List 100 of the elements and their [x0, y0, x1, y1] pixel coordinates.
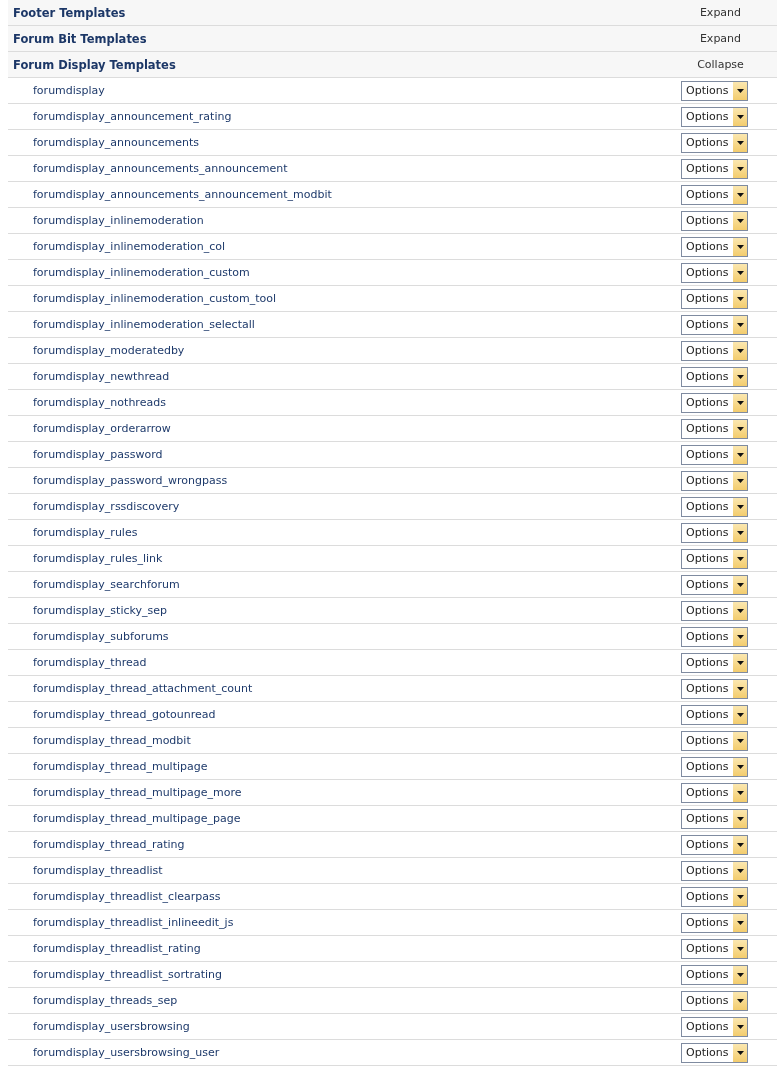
template-name: forumdisplay_threads_sep — [32, 994, 179, 1007]
caret-icon — [736, 478, 744, 483]
options-dropdown[interactable]: Options — [681, 574, 748, 595]
template-name: forumdisplay_inlinemoderation — [32, 214, 205, 227]
template-name: forumdisplay_thread_multipage_page — [32, 812, 242, 825]
options-dropdown[interactable]: Options — [681, 470, 748, 491]
options-dropdown[interactable]: Options — [681, 132, 748, 153]
template-name: forumdisplay — [32, 84, 106, 97]
caret-icon — [736, 400, 744, 405]
options-dropdown[interactable]: Options — [681, 678, 748, 699]
caret-icon — [736, 582, 744, 587]
options-dropdown[interactable]: Options — [681, 938, 748, 959]
template-name: forumdisplay_thread_multipage — [32, 760, 209, 773]
caret-icon — [736, 790, 744, 795]
options-dropdown[interactable]: Options — [681, 210, 748, 231]
options-dropdown[interactable]: Options — [681, 1016, 748, 1037]
options-dropdown[interactable]: Options — [681, 912, 748, 933]
options-dropdown[interactable]: Options — [681, 262, 748, 283]
template-name: forumdisplay_announcement_rating — [32, 110, 233, 123]
template-name: forumdisplay_announcements — [32, 136, 201, 149]
options-dropdown[interactable]: Options — [681, 496, 748, 517]
caret-icon — [736, 816, 744, 821]
caret-icon — [736, 504, 744, 509]
template-name: forumdisplay_rules_link — [32, 552, 164, 565]
template-name: forumdisplay_inlinemoderation_custom — [32, 266, 251, 279]
template-name: forumdisplay_moderatedby — [32, 344, 186, 357]
caret-icon — [736, 114, 744, 119]
options-dropdown[interactable]: Options — [681, 600, 748, 621]
options-dropdown[interactable]: Options — [681, 964, 748, 985]
caret-icon — [736, 88, 744, 93]
caret-icon — [736, 270, 744, 275]
caret-icon — [736, 686, 744, 691]
template-name: forumdisplay_threadlist_rating — [32, 942, 202, 955]
template-name: forumdisplay_password_wrongpass — [32, 474, 229, 487]
group-title: Footer Templates — [12, 5, 127, 20]
template-name: forumdisplay_inlinemoderation_custom_tool — [32, 292, 278, 305]
caret-icon — [736, 452, 744, 457]
options-dropdown[interactable]: Options — [681, 444, 748, 465]
caret-icon — [736, 920, 744, 925]
caret-icon — [736, 972, 744, 977]
caret-icon — [736, 374, 744, 379]
options-dropdown[interactable]: Options — [681, 626, 748, 647]
options-dropdown[interactable]: Options — [681, 782, 748, 803]
options-dropdown[interactable]: Options — [681, 80, 748, 101]
caret-icon — [736, 348, 744, 353]
caret-icon — [736, 426, 744, 431]
template-name: forumdisplay_nothreads — [32, 396, 167, 409]
options-dropdown[interactable]: Options — [681, 366, 748, 387]
options-dropdown[interactable]: Options — [681, 756, 748, 777]
caret-icon — [736, 1050, 744, 1055]
options-dropdown[interactable]: Options — [681, 314, 748, 335]
toggle-link[interactable]: Collapse — [697, 58, 744, 71]
toggle-link[interactable]: Expand — [699, 6, 742, 19]
caret-icon — [736, 738, 744, 743]
template-name: forumdisplay_searchforum — [32, 578, 181, 591]
options-dropdown[interactable]: Options — [681, 652, 748, 673]
caret-icon — [736, 712, 744, 717]
group-title: Forum Bit Templates — [12, 31, 148, 46]
options-dropdown[interactable]: Options — [681, 522, 748, 543]
caret-icon — [736, 218, 744, 223]
template-name: forumdisplay_password — [32, 448, 164, 461]
options-dropdown[interactable]: Options — [681, 730, 748, 751]
toggle-link[interactable]: Expand — [699, 32, 742, 45]
template-name: forumdisplay_thread — [32, 656, 148, 669]
template-name: forumdisplay_thread_modbit — [32, 734, 192, 747]
options-dropdown[interactable]: Options — [681, 418, 748, 439]
options-dropdown[interactable]: Options — [681, 808, 748, 829]
template-name: forumdisplay_orderarrow — [32, 422, 172, 435]
caret-icon — [736, 140, 744, 145]
template-name: forumdisplay_announcements_announcement_modbit — [32, 188, 333, 201]
caret-icon — [736, 556, 744, 561]
options-dropdown[interactable]: Options — [681, 990, 748, 1011]
options-dropdown[interactable]: Options — [681, 704, 748, 725]
options-dropdown[interactable]: Options — [681, 548, 748, 569]
caret-icon — [736, 244, 744, 249]
options-dropdown[interactable]: Options — [681, 288, 748, 309]
options-dropdown[interactable]: Options — [681, 886, 748, 907]
options-dropdown[interactable]: Options — [681, 236, 748, 257]
template-name: forumdisplay_thread_rating — [32, 838, 186, 851]
template-name: forumdisplay_usersbrowsing — [32, 1020, 191, 1033]
template-name: forumdisplay_rules — [32, 526, 139, 539]
group-title: Forum Display Templates — [12, 57, 177, 72]
options-dropdown[interactable]: Options — [681, 1042, 748, 1063]
caret-icon — [736, 764, 744, 769]
template-name: forumdisplay_inlinemoderation_col — [32, 240, 227, 253]
options-dropdown[interactable]: Options — [681, 860, 748, 881]
options-dropdown[interactable]: Options — [681, 158, 748, 179]
options-dropdown[interactable]: Options — [681, 392, 748, 413]
caret-icon — [736, 608, 744, 613]
caret-icon — [736, 530, 744, 535]
options-dropdown[interactable]: Options — [681, 184, 748, 205]
template-name: forumdisplay_thread_attachment_count — [32, 682, 254, 695]
template-name: forumdisplay_sticky_sep — [32, 604, 168, 617]
template-name: forumdisplay_thread_gotounread — [32, 708, 217, 721]
caret-icon — [736, 192, 744, 197]
options-dropdown[interactable]: Options — [681, 106, 748, 127]
options-dropdown[interactable]: Options — [681, 834, 748, 855]
options-dropdown[interactable]: Options — [681, 340, 748, 361]
caret-icon — [736, 634, 744, 639]
template-name: forumdisplay_inlinemoderation_selectall — [32, 318, 256, 331]
